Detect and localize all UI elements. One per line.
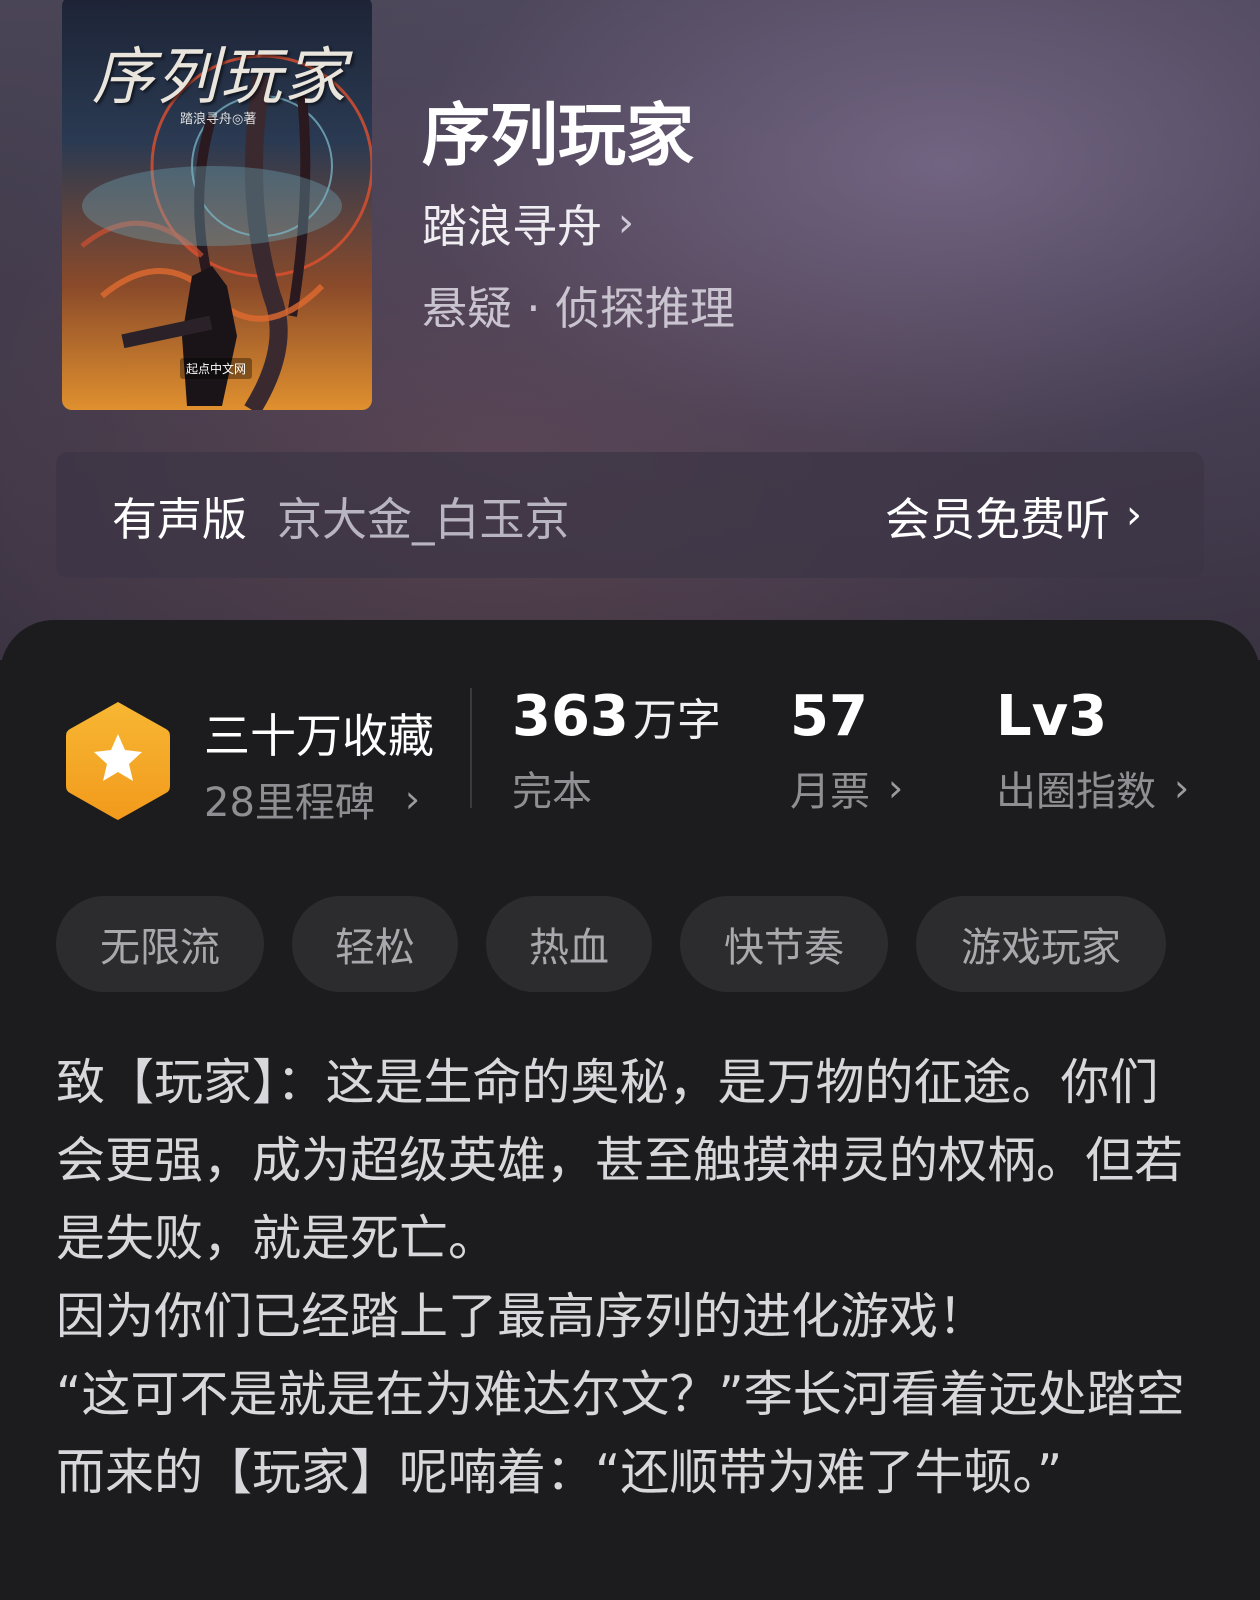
audio-narrator: 京大金_白玉京 [277,492,570,546]
tag-chip[interactable]: 快节奏 [680,896,888,992]
chevron-right-icon: › [1126,492,1142,538]
circle-index-label: 出圈指数 [996,769,1156,815]
stats-divider [470,688,472,808]
cover-publisher-logo: 起点中文网 [180,358,253,379]
book-synopsis[interactable]: 致【玩家】：这是生命的奥秘，是万物的征途。你们会更强，成为超级英雄，甚至触摸神灵… [56,1044,1206,1512]
status-label: 完本 [512,769,592,815]
chevron-right-icon: › [618,199,635,246]
audio-version-bar[interactable]: 有声版 京大金_白玉京 会员免费听 › [56,452,1204,578]
monthly-tickets-stat[interactable]: 57 月票 › [790,684,903,817]
audio-label: 有声版 [112,492,248,546]
tag-chip[interactable]: 热血 [486,896,652,992]
tag-chip[interactable]: 轻松 [292,896,458,992]
monthly-tickets-label: 月票 [790,769,870,815]
monthly-tickets-value: 57 [790,684,868,749]
star-badge-icon[interactable] [62,698,174,824]
chevron-right-icon: › [1174,766,1190,810]
author-name: 踏浪寻舟 [422,200,603,253]
word-count-unit: 万字 [632,695,721,746]
chevron-right-icon: › [888,766,904,810]
chevron-right-icon: › [404,777,421,821]
cover-author: 踏浪寻舟◎著 [180,112,257,127]
word-count-value: 363 [512,684,629,749]
author-link[interactable]: 踏浪寻舟 › [422,190,634,255]
tag-chip[interactable]: 游戏玩家 [916,896,1166,992]
book-title: 序列玩家 [422,96,695,176]
circle-index-stat[interactable]: Lv3 出圈指数 › [996,684,1189,817]
listen-free-label: 会员免费听 [884,492,1110,546]
milestones-label: 28里程碑 [204,780,375,826]
circle-index-value: Lv3 [996,684,1108,749]
book-cover[interactable]: 序列玩家 踏浪寻舟◎著 起点中文网 [62,0,372,410]
listen-free-button[interactable]: 会员免费听 › [885,483,1142,548]
genre-label: 悬疑 · 侦探推理 [422,282,735,335]
favorites-count: 三十万收藏 [204,709,434,763]
milestones-link[interactable]: 28里程碑 › [204,770,420,828]
cover-title: 序列玩家 [92,40,349,113]
tag-list: 无限流 轻松 热血 快节奏 游戏玩家 [56,896,1194,992]
word-count-stat: 363 万字 完本 [512,684,721,817]
tag-chip[interactable]: 无限流 [56,896,264,992]
